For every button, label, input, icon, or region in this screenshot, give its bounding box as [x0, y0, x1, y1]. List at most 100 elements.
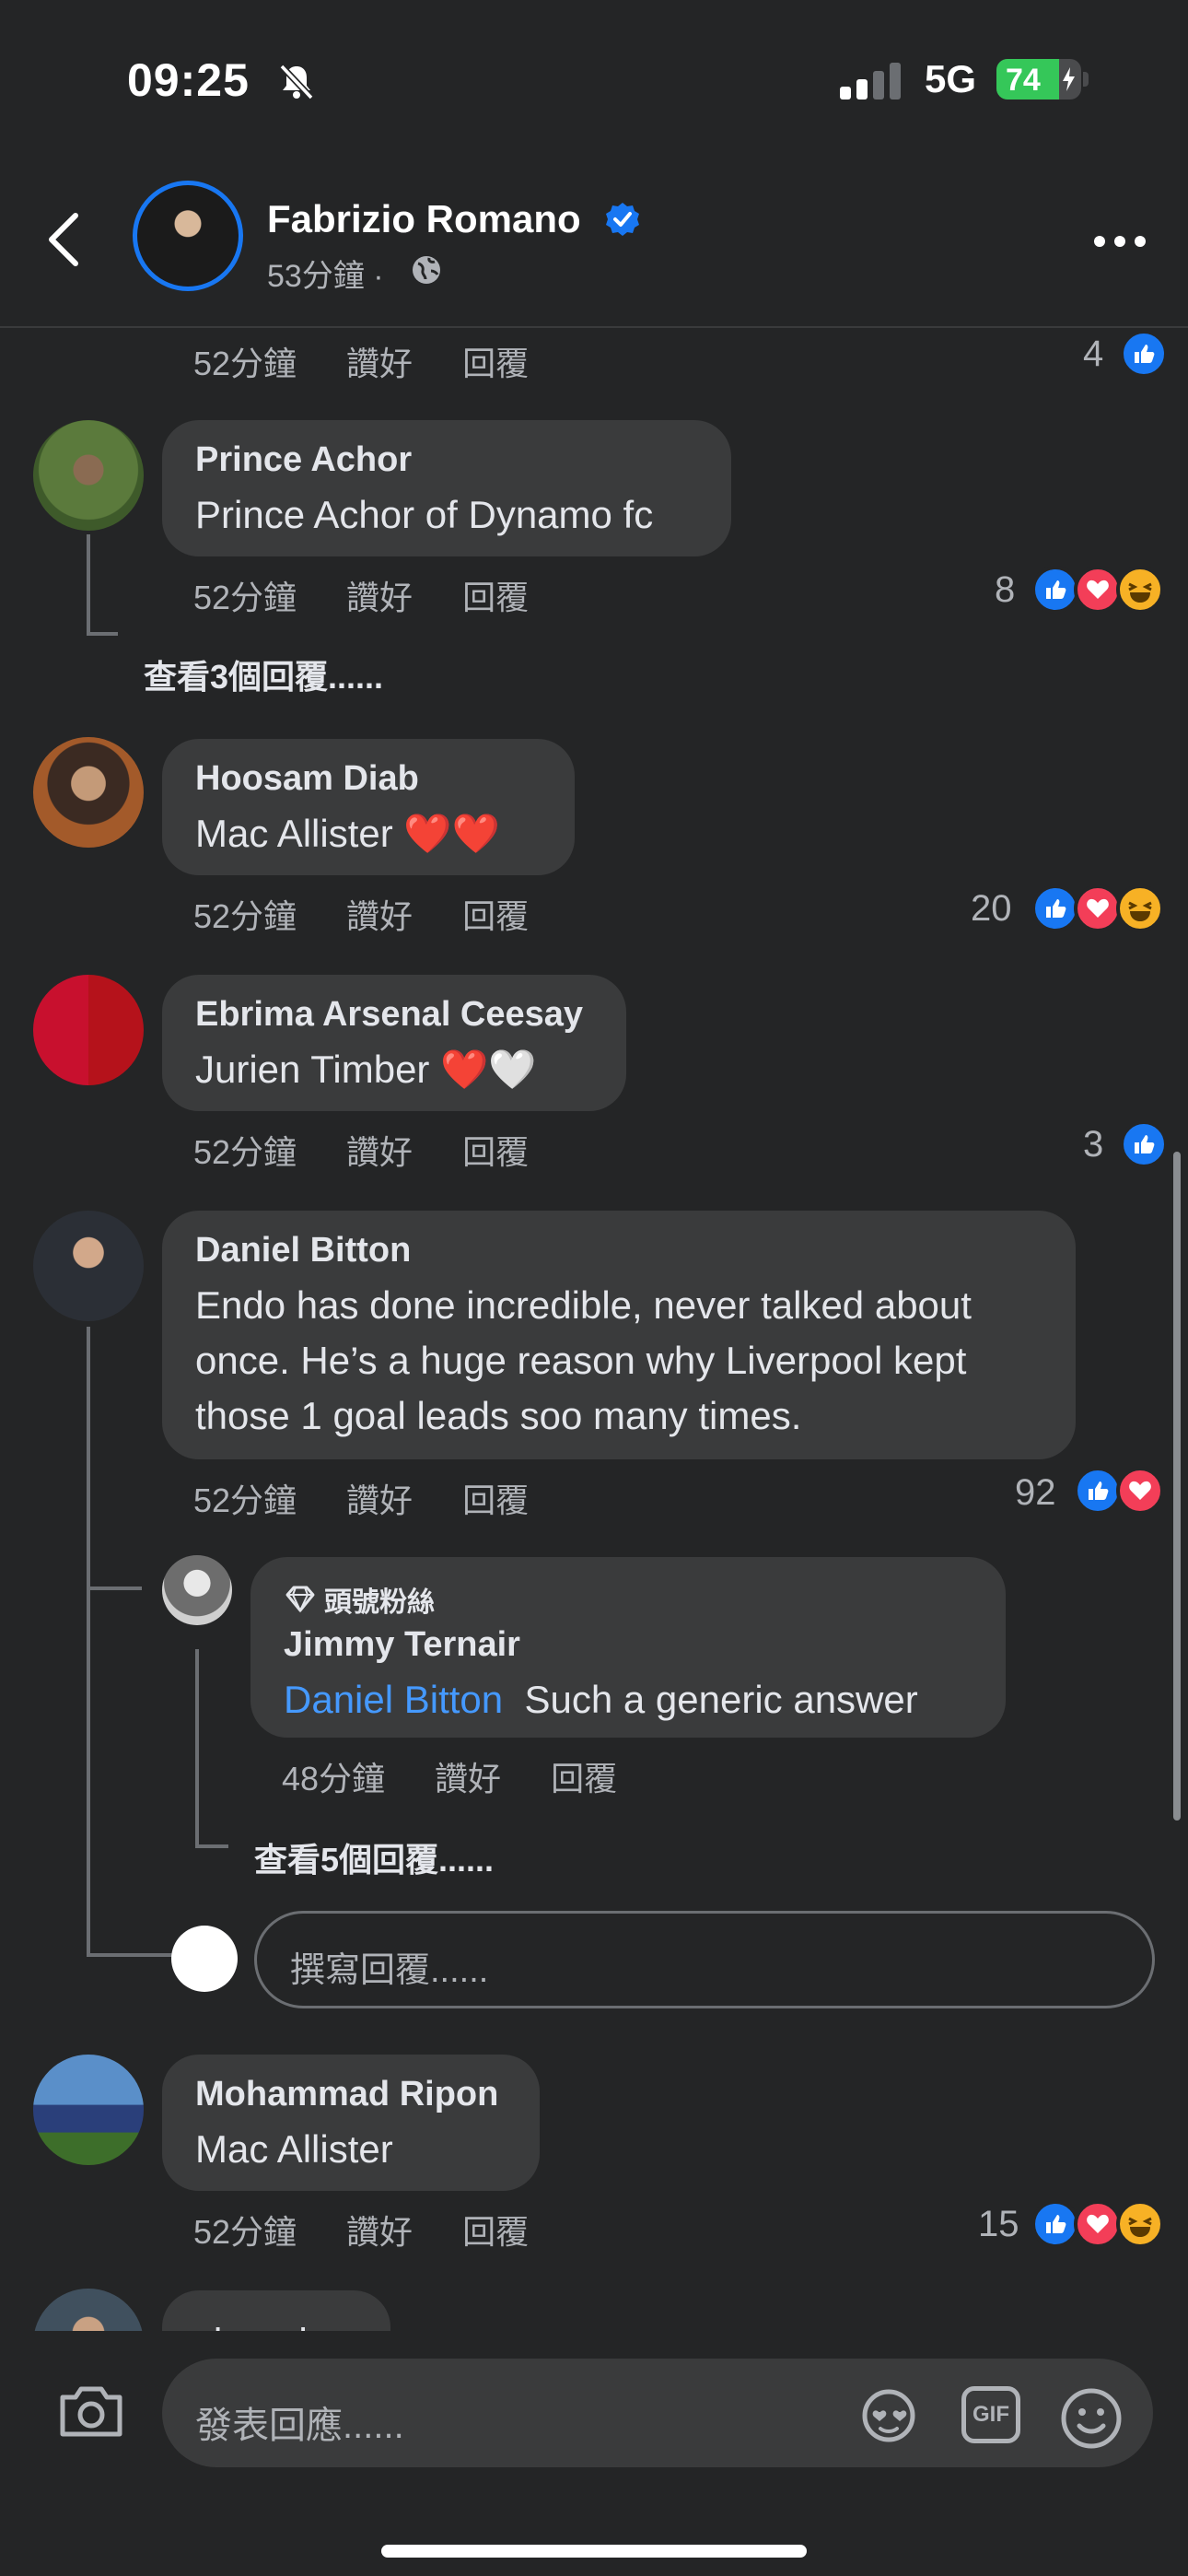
- comment-input-placeholder: 發表回應......: [195, 2406, 404, 2446]
- like-reaction-icon: [1031, 2200, 1079, 2248]
- emoji-icon[interactable]: [1059, 2386, 1124, 2455]
- thread-line: [195, 1844, 228, 1848]
- like-button[interactable]: 讚好: [346, 890, 413, 938]
- avatar[interactable]: [33, 1211, 144, 1321]
- scrollbar[interactable]: [1173, 1152, 1181, 1821]
- post-header: Fabrizio Romano 53分鐘 ·: [0, 157, 1188, 328]
- thread-line: [87, 632, 118, 636]
- reaction-count: 3: [1083, 1124, 1104, 1165]
- reply-button[interactable]: 回覆: [462, 2206, 529, 2254]
- reply-bubble: 頭號粉絲 Jimmy Ternair Daniel Bitton Such a …: [250, 1557, 1006, 1738]
- reaction-count: 8: [995, 569, 1016, 610]
- comment-bubble: Mohammad Ripon Mac Allister: [162, 2055, 540, 2191]
- comment-actions: 52分鐘 讚好 回覆: [193, 1474, 578, 1522]
- network-label: 5G: [925, 57, 977, 100]
- reply-input[interactable]: 撰寫回覆......: [254, 1911, 1155, 2008]
- like-button[interactable]: 讚好: [346, 1126, 413, 1174]
- battery-tip: [1083, 72, 1089, 87]
- view-replies-link[interactable]: 查看3個回覆......: [144, 650, 383, 698]
- love-reaction-icon: [1116, 1467, 1164, 1515]
- mention-link[interactable]: Daniel Bitton: [284, 1678, 503, 1721]
- thread-line: [87, 1327, 90, 1957]
- status-time: 09:25: [127, 54, 250, 106]
- home-indicator: [381, 2545, 807, 2558]
- view-replies-link[interactable]: 查看5個回覆......: [254, 1833, 494, 1881]
- comment-bubble: Ebrima Arsenal Ceesay Jurien Timber ❤️🤍: [162, 975, 626, 1111]
- battery-percent: 74: [1006, 63, 1041, 98]
- avatar[interactable]: [33, 975, 144, 1085]
- reaction-count: 92: [1015, 1472, 1056, 1513]
- reply-button[interactable]: 回覆: [462, 890, 529, 938]
- like-reaction-icon: [1031, 884, 1079, 932]
- comment-actions: 52分鐘 讚好 回覆: [193, 890, 578, 938]
- comment-text-line: Endo has done incredible, never talked a…: [195, 1283, 972, 1327]
- commenter-name[interactable]: Ebrima Arsenal Ceesay: [195, 995, 593, 1035]
- author-avatar[interactable]: [133, 181, 243, 291]
- comment-text: Prince Achor of Dynamo fc: [195, 493, 654, 536]
- reply-button[interactable]: 回覆: [551, 1752, 617, 1800]
- reaction-count: 15: [978, 2204, 1019, 2244]
- post-time: 53分鐘 ·: [267, 259, 384, 294]
- comment-text: Mac Allister: [195, 2127, 393, 2171]
- verified-badge-icon: [604, 201, 641, 242]
- comment-bubble: Hoosam Diab Mac Allister ❤️❤️: [162, 739, 575, 875]
- signal-icon: [840, 63, 904, 104]
- comment-time: 52分鐘: [193, 2213, 297, 2251]
- commenter-name[interactable]: Jimmy Ternair: [284, 1625, 973, 1665]
- more-options-icon[interactable]: [1092, 234, 1147, 253]
- comment-time: 52分鐘: [193, 345, 297, 382]
- comment-time: 52分鐘: [193, 897, 297, 935]
- commenter-name[interactable]: Mohammad Ripon: [195, 2075, 507, 2114]
- camera-icon[interactable]: [57, 2383, 125, 2444]
- like-button[interactable]: 讚好: [346, 571, 413, 619]
- reply-text: Such a generic answer: [524, 1678, 918, 1721]
- comment-text-line: once. He’s a huge reason why Liverpool k…: [195, 1339, 967, 1382]
- globe-icon: [411, 254, 442, 290]
- avatar[interactable]: [162, 1555, 232, 1625]
- comment-text: Jurien Timber ❤️🤍: [195, 1048, 537, 1091]
- thread-line: [195, 1649, 199, 1848]
- reaction-count: 4: [1083, 334, 1104, 374]
- author-name[interactable]: Fabrizio Romano: [267, 197, 581, 241]
- comment-bubble: Prince Achor Prince Achor of Dynamo fc: [162, 420, 731, 556]
- haha-reaction-icon: [1116, 566, 1164, 614]
- reply-button[interactable]: 回覆: [462, 337, 529, 385]
- avatar[interactable]: [33, 737, 144, 848]
- reply-button[interactable]: 回覆: [462, 571, 529, 619]
- commenter-name[interactable]: Daniel Bitton: [195, 1231, 1042, 1270]
- like-button[interactable]: 讚好: [346, 1474, 413, 1522]
- comment-text: Mac Allister ❤️❤️: [195, 812, 500, 855]
- comment-actions: 52分鐘 讚好 回覆: [193, 571, 578, 619]
- comment-actions: 52分鐘 讚好 回覆: [193, 337, 578, 385]
- like-button[interactable]: 讚好: [346, 2206, 413, 2254]
- commenter-name[interactable]: Prince Achor: [195, 440, 698, 480]
- like-reaction-icon: [1120, 1120, 1168, 1168]
- comment-time: 48分鐘: [282, 1760, 386, 1797]
- like-button[interactable]: 讚好: [435, 1752, 501, 1800]
- reply-button[interactable]: 回覆: [462, 1126, 529, 1174]
- reply-button[interactable]: 回覆: [462, 1474, 529, 1522]
- comment-actions: 48分鐘 讚好 回覆: [282, 1752, 667, 1800]
- thread-line: [87, 1953, 175, 1957]
- gif-icon[interactable]: GIF: [961, 2386, 1020, 2443]
- back-arrow-icon[interactable]: [44, 210, 85, 274]
- thread-line: [87, 1587, 142, 1590]
- haha-reaction-icon: [1116, 2200, 1164, 2248]
- love-reaction-icon: [1074, 566, 1122, 614]
- user-avatar: [171, 1926, 238, 1992]
- comment-time: 52分鐘: [193, 579, 297, 616]
- love-reaction-icon: [1074, 884, 1122, 932]
- bell-muted-icon: [276, 61, 317, 106]
- comment-actions: 52分鐘 讚好 回覆: [193, 2206, 578, 2254]
- like-button[interactable]: 讚好: [346, 337, 413, 385]
- status-bar: 09:25 5G 74: [0, 0, 1188, 157]
- like-reaction-icon: [1031, 566, 1079, 614]
- avatar-sticker-icon[interactable]: [856, 2386, 921, 2450]
- top-fan-badge: 頭號粉絲: [284, 1579, 973, 1620]
- avatar[interactable]: [33, 420, 144, 531]
- commenter-name[interactable]: Hoosam Diab: [195, 759, 542, 799]
- avatar[interactable]: [33, 2055, 144, 2165]
- comment-time: 52分鐘: [193, 1133, 297, 1171]
- comment-time: 52分鐘: [193, 1481, 297, 1519]
- battery-icon: 74: [996, 59, 1081, 100]
